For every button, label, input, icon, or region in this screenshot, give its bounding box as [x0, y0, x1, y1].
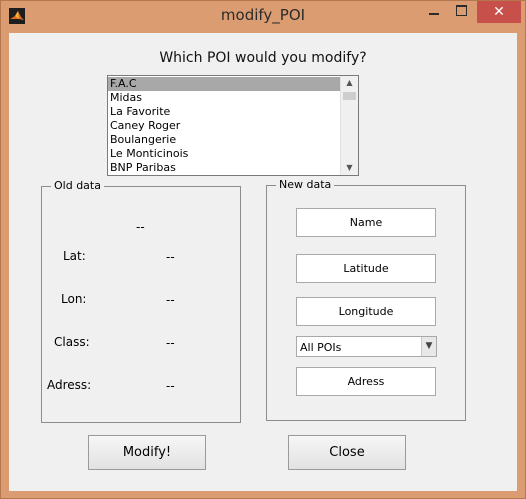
list-scrollbar[interactable]: ▲ ▼	[340, 76, 358, 175]
adress-value: --	[166, 379, 175, 393]
class-label: Class:	[54, 335, 90, 349]
lat-label: Lat:	[63, 249, 86, 263]
lon-value: --	[166, 293, 175, 307]
modify-button[interactable]: Modify!	[88, 435, 206, 470]
class-dropdown[interactable]: All POIs ▼	[296, 336, 437, 357]
old-data-title: Old data	[51, 179, 104, 193]
list-item[interactable]: Boulangerie	[108, 133, 340, 147]
list-item[interactable]: BNP Paribas	[108, 161, 340, 175]
list-item[interactable]: Le Monticinois	[108, 147, 340, 161]
name-button[interactable]: Name	[296, 208, 436, 237]
old-name-value: --	[136, 220, 145, 234]
list-item[interactable]: Midas	[108, 91, 340, 105]
dialog-body: Which POI would you modify? F.A.C Midas …	[9, 33, 517, 491]
maximize-button[interactable]	[447, 1, 475, 23]
new-data-title: New data	[276, 178, 335, 192]
class-value: --	[166, 336, 175, 350]
maximize-icon	[455, 4, 467, 16]
window-close-button[interactable]: ✕	[477, 1, 521, 23]
poi-listbox[interactable]: F.A.C Midas La Favorite Caney Roger Boul…	[107, 75, 359, 176]
old-data-panel: Old data -- Lat: -- Lon: -- Class: -- Ad…	[41, 179, 241, 423]
minimize-icon	[429, 13, 439, 15]
prompt-label: Which POI would you modify?	[159, 50, 367, 66]
chevron-up-icon[interactable]: ▲	[341, 76, 358, 90]
new-data-panel: New data Name Latitude Longitude All POI…	[266, 178, 466, 421]
class-dropdown-value: All POIs	[300, 341, 342, 354]
adress-label: Adress:	[47, 378, 92, 392]
longitude-button[interactable]: Longitude	[296, 297, 436, 326]
chevron-down-icon[interactable]: ▼	[341, 161, 358, 175]
list-item[interactable]: F.A.C	[108, 77, 340, 91]
close-icon: ✕	[493, 4, 505, 20]
close-button[interactable]: Close	[288, 435, 406, 470]
latitude-button[interactable]: Latitude	[296, 254, 436, 283]
lon-label: Lon:	[61, 292, 87, 306]
lat-value: --	[166, 250, 175, 264]
chevron-down-icon[interactable]: ▼	[421, 337, 436, 356]
title-bar[interactable]: modify_POI ✕	[1, 1, 525, 33]
list-item[interactable]: La Favorite	[108, 105, 340, 119]
app-window: modify_POI ✕ Which POI would you modify?…	[0, 0, 526, 499]
list-item[interactable]: Caney Roger	[108, 119, 340, 133]
minimize-button[interactable]	[419, 1, 449, 23]
scrollbar-thumb[interactable]	[343, 92, 356, 100]
address-button[interactable]: Adress	[296, 367, 436, 396]
poi-list-items: F.A.C Midas La Favorite Caney Roger Boul…	[108, 77, 340, 175]
